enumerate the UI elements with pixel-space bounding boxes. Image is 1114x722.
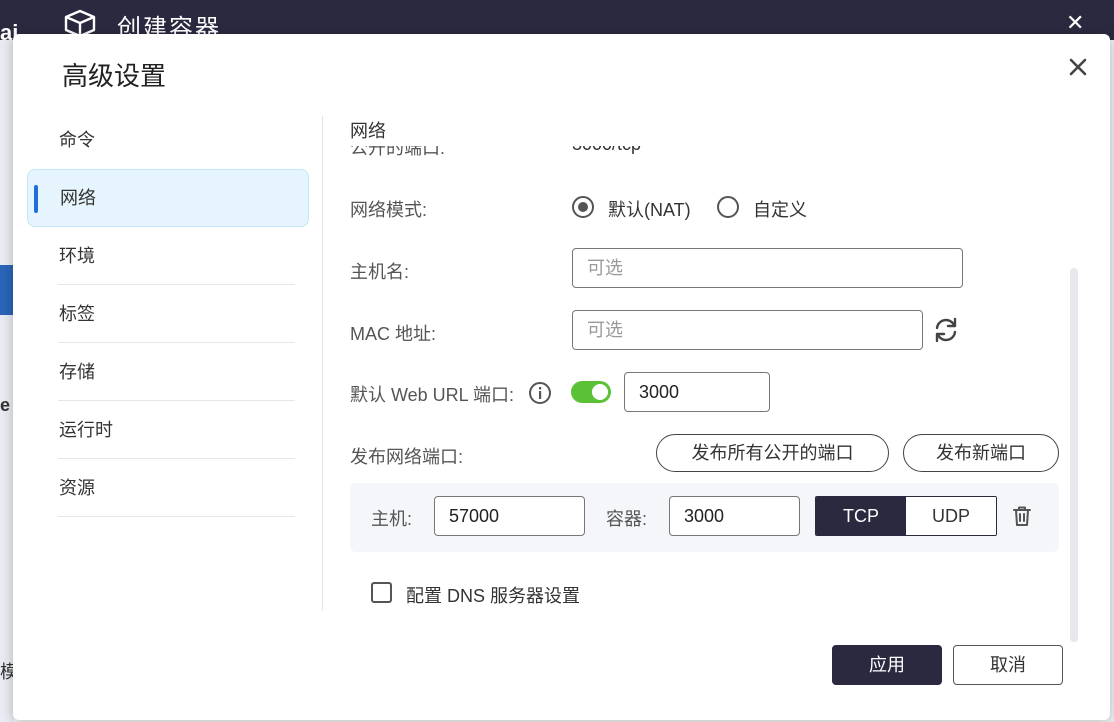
background-left-panel: ai e 模 [0,20,18,722]
close-icon[interactable] [1065,54,1091,80]
trash-icon[interactable] [1010,504,1034,528]
sidebar-item-command[interactable]: 命令 [27,111,309,169]
sidebar-item-storage[interactable]: 存储 [27,343,309,401]
scroll-area[interactable]: 公开的端口: 3000/tcp 网络模式: 默认(NAT) 自定义 主机名: M… [349,146,1079,616]
publish-new-port-button[interactable]: 发布新端口 [903,434,1059,472]
container-port-label: 容器: [606,509,648,529]
dialog-title: 高级设置 [62,61,167,91]
scrollbar[interactable] [1070,268,1078,642]
background-left-highlight [0,265,14,315]
host-port-label: 主机: [371,509,413,529]
radio-nat[interactable] [572,196,594,218]
web-url-port-label: 默认 Web URL 端口: [350,385,515,405]
sidebar-item-network[interactable]: 网络 [27,169,309,227]
background-close-icon[interactable]: ✕ [1066,12,1084,34]
protocol-udp-button[interactable]: UDP [906,497,996,535]
port-mapping-row: 主机: 容器: TCP UDP [350,483,1059,552]
hostname-label: 主机名: [350,262,410,282]
background-text-fragment: e [0,395,11,415]
protocol-tcp-button[interactable]: TCP [816,497,906,535]
section-title: 网络 [350,121,386,141]
radio-custom[interactable] [717,196,739,218]
info-icon[interactable] [528,381,552,405]
hostname-input[interactable] [572,248,963,288]
advanced-settings-dialog: 高级设置 命令 网络 环境 标签 存储 运行时 资源 网络 公开的端口: 300… [13,34,1110,720]
protocol-selector: TCP UDP [815,496,997,536]
mac-address-label: MAC 地址: [350,324,437,344]
settings-sidebar: 命令 网络 环境 标签 存储 运行时 资源 [27,111,309,517]
publish-ports-label: 发布网络端口: [350,447,464,467]
exposed-ports-value: 3000/tcp [572,146,641,155]
sidebar-item-environment[interactable]: 环境 [27,227,309,285]
sidebar-item-labels[interactable]: 标签 [27,285,309,343]
vertical-divider [322,116,323,611]
network-mode-label: 网络模式: [350,200,428,220]
container-icon [64,9,96,36]
apply-button[interactable]: 应用 [832,645,942,685]
web-url-port-toggle[interactable] [571,381,611,403]
exposed-ports-label: 公开的端口: [350,146,446,158]
radio-nat-label[interactable]: 默认(NAT) [608,196,691,222]
sidebar-item-resources[interactable]: 资源 [27,459,309,517]
sidebar-item-runtime[interactable]: 运行时 [27,401,309,459]
publish-all-ports-button[interactable]: 发布所有公开的端口 [656,434,889,472]
dns-settings-label[interactable]: 配置 DNS 服务器设置 [406,582,580,608]
dns-settings-checkbox[interactable] [371,582,392,603]
host-port-input[interactable] [434,496,585,536]
cancel-button[interactable]: 取消 [953,645,1063,685]
container-port-input[interactable] [669,496,800,536]
network-settings-panel: 网络 公开的端口: 3000/tcp 网络模式: 默认(NAT) 自定义 主机名… [349,112,1069,612]
radio-custom-label[interactable]: 自定义 [753,196,807,222]
mac-address-input[interactable] [572,310,923,350]
web-url-port-input[interactable] [624,372,770,412]
refresh-icon[interactable] [931,315,961,345]
